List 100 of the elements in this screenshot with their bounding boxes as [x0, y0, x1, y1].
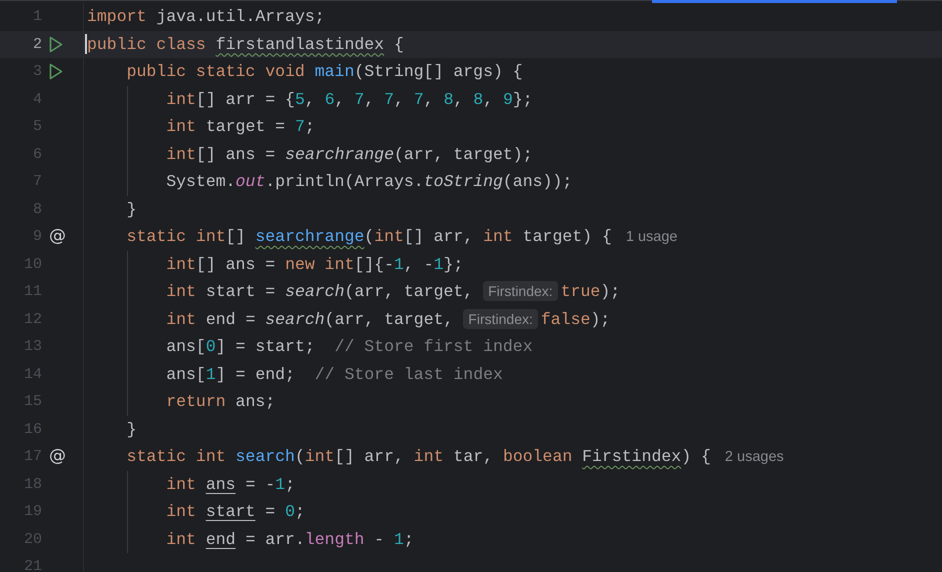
code-keyword: return [166, 392, 226, 411]
code-text: , [483, 90, 494, 108]
code-text: ) { [681, 447, 711, 466]
parameter-hint: Firstindex: [463, 308, 538, 328]
code-text: (String[] args) { [354, 62, 523, 81]
code-text: start = [204, 282, 276, 301]
code-text: []{- [354, 254, 394, 274]
number-literal: 5 [294, 90, 305, 108]
code-keyword: import [87, 7, 146, 26]
method-call: search [265, 310, 325, 328]
code-keyword: int [166, 502, 197, 521]
code-keyword: int [166, 474, 197, 494]
code-text: ; [404, 530, 414, 548]
code-text: } [126, 200, 137, 218]
code-text: ( [294, 447, 305, 466]
code-text: ans[ [166, 337, 206, 356]
code-text: , [364, 90, 376, 108]
code-keyword: public static void [126, 62, 306, 81]
code-text: ); [590, 310, 610, 328]
run-icon[interactable] [49, 36, 63, 53]
code-keyword: static int [126, 447, 227, 466]
code-text: ; [294, 502, 305, 521]
code-text: ( [364, 227, 374, 246]
number-literal: 0 [206, 337, 216, 356]
code-text: , [453, 90, 464, 108]
code-comment: // Store last index [314, 364, 503, 384]
method-call: searchrange [285, 144, 394, 164]
code-keyword: int [166, 254, 196, 274]
number-literal: 8 [473, 90, 484, 108]
code-keyword: new int [285, 254, 354, 274]
code-text: (arr, target); [394, 144, 533, 164]
code-text: .println(Arrays. [265, 172, 424, 191]
code-keyword: int [166, 310, 196, 328]
number-literal: 9 [503, 90, 513, 108]
code-text: ; [285, 474, 295, 494]
code-text: java.util.Arrays; [155, 7, 325, 26]
usage-count: 1 usage [626, 229, 678, 245]
method-name: search [236, 447, 295, 466]
code-text: tar, [452, 447, 494, 466]
number-literal: 0 [285, 502, 295, 521]
code-text: [] arr = { [196, 90, 295, 108]
code-text: end = [204, 310, 256, 328]
code-text: }; [512, 90, 533, 108]
code-text: (ans)); [502, 172, 572, 191]
code-text: ans[ [166, 364, 206, 384]
method-call: toString [424, 172, 503, 191]
code-keyword: static int [126, 227, 226, 246]
code-text: start [206, 502, 256, 521]
code-text: ] = end; [216, 364, 296, 384]
code-keyword: int [166, 90, 196, 108]
number-literal: 7 [294, 117, 305, 136]
code-keyword: int [414, 447, 444, 466]
code-text: Firstindex [582, 447, 682, 466]
code-keyword: int [166, 117, 196, 136]
number-literal: 1 [206, 364, 216, 384]
code-text: } [126, 420, 137, 438]
code-keyword: boolean [502, 447, 574, 466]
code-comment: // Store first index [334, 337, 533, 356]
field-name: out [236, 172, 266, 191]
code-text: ; [304, 117, 315, 136]
number-literal: 7 [354, 90, 364, 108]
code-text: - [373, 530, 386, 548]
code-text: , - [404, 254, 434, 274]
number-literal: 7 [414, 90, 424, 108]
number-literal: 1 [394, 530, 404, 548]
code-text: ans [206, 474, 236, 494]
code-text: }; [444, 254, 464, 274]
parameter-hint: Firstindex: [483, 281, 558, 301]
number-literal: 1 [434, 254, 444, 274]
code-keyword: int [304, 447, 335, 466]
code-text: [] ans = [196, 144, 276, 164]
code-text: , [394, 90, 405, 108]
override-marker[interactable]: @ [49, 228, 66, 246]
override-marker[interactable]: @ [49, 448, 66, 466]
code-text: target = [204, 117, 286, 136]
field-name: length [304, 530, 364, 548]
code-text: [] [226, 227, 246, 246]
method-call: search [285, 282, 344, 301]
code-keyword: public class [87, 34, 207, 54]
code-keyword: true [560, 282, 600, 301]
code-text: , [424, 90, 435, 108]
code-keyword: false [540, 310, 590, 328]
number-literal: 6 [324, 90, 335, 108]
text-cursor [85, 34, 87, 54]
number-literal: 1 [394, 254, 404, 274]
run-icon[interactable] [49, 63, 63, 80]
code-text: ); [600, 282, 620, 301]
code-text: end [206, 530, 236, 548]
code-text: System. [166, 172, 236, 191]
code-text: [] arr, [404, 227, 474, 246]
code-text: (arr, target, [344, 282, 474, 301]
code-keyword: int [166, 282, 196, 301]
code-keyword: int [483, 227, 513, 246]
code-keyword: int [374, 227, 404, 246]
code-text: [] ans = [196, 254, 276, 274]
code-text: = arr. [244, 530, 305, 548]
code-text: target) { [522, 227, 612, 246]
code-text: ] = start; [216, 337, 316, 356]
code-text: , [304, 90, 316, 108]
line-number: 2 [32, 34, 42, 54]
